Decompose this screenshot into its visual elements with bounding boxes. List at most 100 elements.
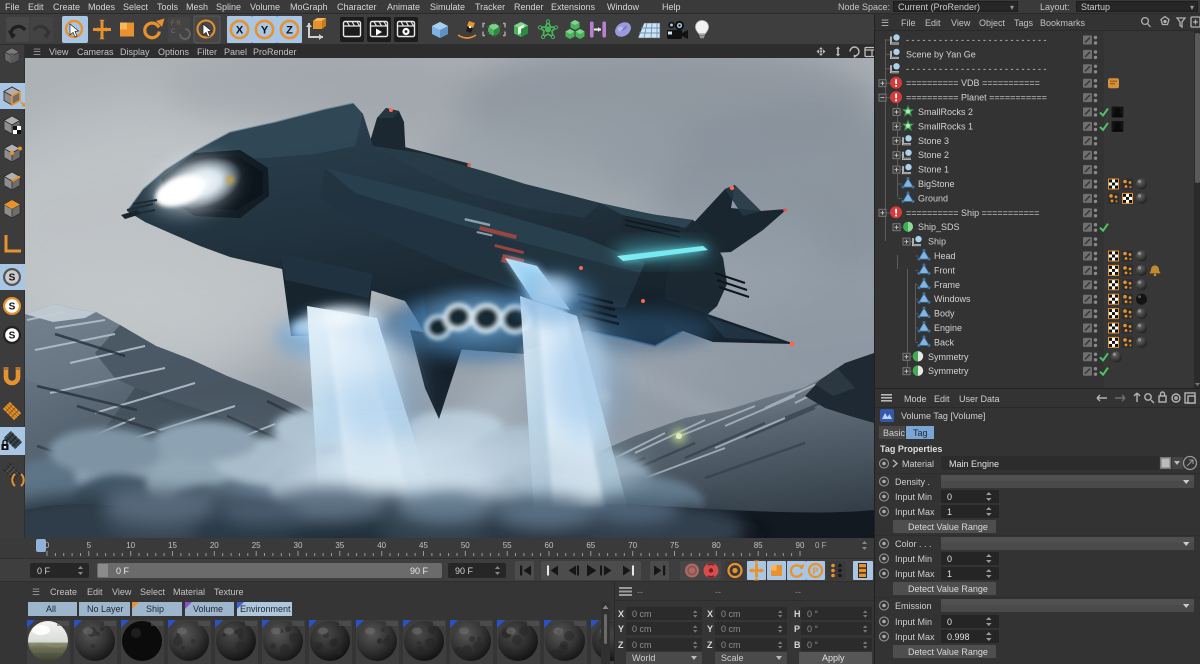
svg-text:Emission: Emission [895, 601, 932, 611]
svg-text:S: S [9, 331, 16, 342]
svg-text:60: 60 [545, 541, 554, 550]
svg-text:Stone 3: Stone 3 [918, 136, 949, 146]
svg-text:Mode: Mode [904, 394, 927, 404]
svg-text:0 F: 0 F [37, 566, 51, 576]
svg-text:Z: Z [286, 25, 293, 37]
svg-text:Ship: Ship [146, 604, 164, 614]
svg-text:All: All [46, 604, 56, 614]
svg-text:Input Min: Input Min [895, 617, 932, 627]
svg-text:Material: Material [902, 459, 934, 469]
svg-text:90 F: 90 F [455, 566, 474, 576]
svg-text:75: 75 [670, 541, 679, 550]
svg-text:X: X [707, 609, 713, 619]
svg-text:Head: Head [934, 251, 956, 261]
svg-text:0 °: 0 ° [807, 609, 819, 619]
svg-text:0 cm: 0 cm [721, 640, 741, 650]
svg-text:Edit: Edit [934, 394, 950, 404]
svg-text:User Data: User Data [959, 394, 1000, 404]
svg-text:10: 10 [126, 541, 135, 550]
svg-text:X: X [236, 25, 244, 37]
svg-text:Symmetry: Symmetry [928, 352, 969, 362]
svg-text:15: 15 [168, 541, 177, 550]
svg-text:Frame: Frame [934, 280, 960, 290]
svg-text:1: 1 [947, 569, 952, 579]
svg-text:25: 25 [252, 541, 261, 550]
svg-text:0 F: 0 F [116, 566, 130, 576]
svg-text:20: 20 [210, 541, 219, 550]
svg-text:========== Planet ===========: ========== Planet =========== [906, 93, 1047, 103]
svg-text:Engine: Engine [934, 323, 962, 333]
svg-text:90 F: 90 F [410, 566, 429, 576]
svg-text:Back: Back [934, 337, 955, 347]
svg-text:Scene by Yan Ge: Scene by Yan Ge [906, 49, 976, 59]
svg-text:No Layer: No Layer [87, 604, 124, 614]
svg-text:Input Min: Input Min [895, 492, 932, 502]
svg-text:Tag: Tag [913, 428, 928, 438]
svg-text:P: P [813, 566, 819, 576]
svg-text:70: 70 [628, 541, 637, 550]
svg-text:Density .: Density . [895, 477, 930, 487]
svg-text:90: 90 [796, 541, 805, 550]
svg-text:0 °: 0 ° [807, 640, 819, 650]
svg-text:Input Max: Input Max [895, 632, 935, 642]
svg-text:0 cm: 0 cm [632, 640, 652, 650]
svg-text:Body: Body [934, 309, 955, 319]
svg-text:Apply: Apply [822, 653, 845, 663]
svg-text:========== Ship ===========: ========== Ship =========== [906, 208, 1039, 218]
svg-text:X: X [618, 609, 624, 619]
svg-text:0: 0 [947, 554, 952, 564]
svg-text:30: 30 [294, 541, 303, 550]
svg-text:Tag Properties: Tag Properties [880, 444, 942, 454]
svg-text:Volume Tag [Volume]: Volume Tag [Volume] [901, 411, 985, 421]
svg-text:Y: Y [618, 624, 624, 634]
svg-text:World: World [632, 653, 655, 663]
svg-text:Volume: Volume [193, 604, 223, 614]
svg-text:Ship_SDS: Ship_SDS [918, 222, 960, 232]
svg-text:Stone 2: Stone 2 [918, 150, 949, 160]
svg-text:0 °: 0 ° [807, 624, 819, 634]
svg-text:Z: Z [707, 640, 713, 650]
svg-text:- - - - - - - - - - - - - - -: - - - - - - - - - - - - - - - - - - - - … [906, 64, 1046, 74]
svg-text:Color . . .: Color . . . [895, 539, 932, 549]
svg-text:BigStone: BigStone [918, 179, 955, 189]
svg-text:0 cm: 0 cm [721, 609, 741, 619]
svg-text:Scale: Scale [721, 653, 744, 663]
svg-text:Basic: Basic [883, 428, 906, 438]
svg-text:Windows: Windows [934, 294, 971, 304]
svg-text:H: H [794, 609, 801, 619]
svg-text:0 cm: 0 cm [721, 624, 741, 634]
svg-text:Detect Value Range: Detect Value Range [908, 584, 988, 594]
svg-text:Front: Front [934, 265, 956, 275]
svg-text:5: 5 [87, 541, 92, 550]
svg-text:B: B [794, 640, 801, 650]
svg-text:Input Max: Input Max [895, 569, 935, 579]
svg-text:F R: F R [171, 21, 181, 27]
svg-text:P: P [794, 624, 800, 634]
svg-text:- - - - - - - - - - - - - - -: - - - - - - - - - - - - - - - - - - - - … [906, 35, 1046, 45]
svg-text:Ship: Ship [928, 237, 946, 247]
svg-text:85: 85 [754, 541, 763, 550]
svg-text:Environment: Environment [240, 604, 291, 614]
svg-text:35: 35 [335, 541, 344, 550]
svg-text:80: 80 [712, 541, 721, 550]
svg-text:SmallRocks 1: SmallRocks 1 [918, 121, 973, 131]
svg-text:0: 0 [947, 617, 952, 627]
svg-text:Main Engine: Main Engine [949, 459, 999, 469]
svg-text:50: 50 [461, 541, 470, 550]
svg-text:Detect Value Range: Detect Value Range [908, 522, 988, 532]
svg-text:0.998: 0.998 [947, 632, 970, 642]
svg-text:65: 65 [586, 541, 595, 550]
svg-text:0 cm: 0 cm [632, 624, 652, 634]
svg-text:0: 0 [947, 492, 952, 502]
svg-text:55: 55 [503, 541, 512, 550]
svg-text:Y: Y [261, 25, 269, 37]
svg-text:SmallRocks 2: SmallRocks 2 [918, 107, 973, 117]
svg-text:Input Min: Input Min [895, 554, 932, 564]
svg-text:45: 45 [419, 541, 428, 550]
svg-text:Detect Value Range: Detect Value Range [908, 647, 988, 657]
svg-text:--: -- [795, 587, 801, 597]
svg-text:C: C [171, 29, 176, 35]
svg-text:Stone 1: Stone 1 [918, 165, 949, 175]
svg-text:--: -- [637, 587, 643, 597]
svg-text:1: 1 [947, 507, 952, 517]
